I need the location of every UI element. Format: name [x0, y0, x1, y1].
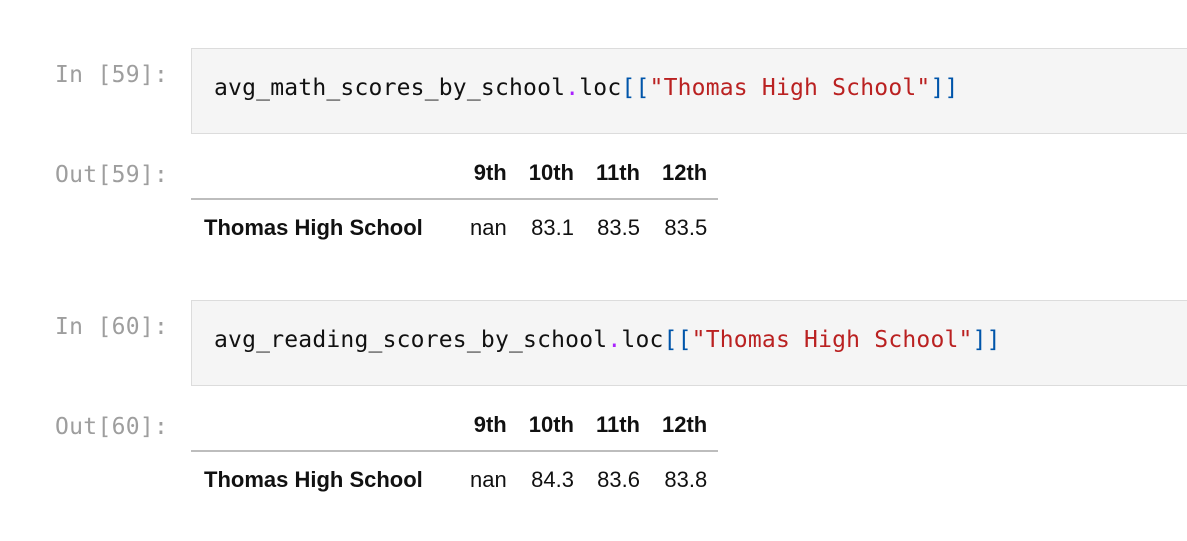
column-header: 11th: [595, 412, 640, 437]
code-bracket-close: ]]: [930, 75, 959, 101]
table-cell: nan: [470, 467, 507, 492]
column-header: 9th: [473, 160, 507, 185]
table-cell: nan: [470, 215, 507, 240]
code-input[interactable]: avg_reading_scores_by_school.loc[["Thoma…: [191, 300, 1187, 386]
row-index-label: Thomas High School: [204, 215, 423, 240]
code-bracket-open: [[: [621, 75, 650, 101]
output-dataframe: 9th 10th 11th 12th Thomas High School na…: [191, 148, 719, 256]
column-header: 9th: [473, 412, 507, 437]
code-operator: .: [565, 75, 580, 101]
code-bracket-open: [[: [663, 327, 692, 353]
table-header-row: 9th 10th 11th 12th: [191, 400, 719, 451]
code-method: loc: [579, 75, 622, 101]
output-dataframe: 9th 10th 11th 12th Thomas High School na…: [191, 400, 719, 508]
code-string: "Thomas High School": [649, 75, 931, 101]
input-prompt: In [59]:: [55, 62, 169, 88]
code-object: avg_reading_scores_by_school: [214, 327, 608, 353]
table-cell: 83.1: [531, 215, 574, 240]
column-header: 12th: [662, 160, 708, 185]
code-line: avg_reading_scores_by_school.loc[["Thoma…: [214, 327, 1001, 353]
table-row: Thomas High School nan 83.1 83.5 83.5: [191, 199, 718, 256]
column-header: 10th: [528, 160, 574, 185]
code-string: "Thomas High School": [691, 327, 973, 353]
table-cell: 83.5: [664, 215, 708, 240]
code-bracket-close: ]]: [972, 327, 1001, 353]
output-prompt: Out[59]:: [55, 162, 169, 188]
column-header: 11th: [595, 160, 640, 185]
code-object: avg_math_scores_by_school: [214, 75, 566, 101]
table-cell: 83.8: [664, 467, 708, 492]
table-cell: 84.3: [531, 467, 574, 492]
column-header: 10th: [528, 412, 574, 437]
table-header-row: 9th 10th 11th 12th: [191, 148, 719, 199]
column-header: 12th: [662, 412, 708, 437]
code-method: loc: [621, 327, 664, 353]
code-input[interactable]: avg_math_scores_by_school.loc[["Thomas H…: [191, 48, 1187, 134]
code-line: avg_math_scores_by_school.loc[["Thomas H…: [214, 75, 959, 101]
table-cell: 83.5: [597, 215, 640, 240]
table-cell: 83.6: [597, 467, 640, 492]
table-row: Thomas High School nan 84.3 83.6 83.8: [191, 451, 718, 508]
table-corner: [191, 400, 459, 451]
code-operator: .: [607, 327, 622, 353]
table-corner: [191, 148, 459, 199]
row-index-label: Thomas High School: [204, 467, 423, 492]
input-prompt: In [60]:: [55, 314, 169, 340]
output-prompt: Out[60]:: [55, 414, 169, 440]
